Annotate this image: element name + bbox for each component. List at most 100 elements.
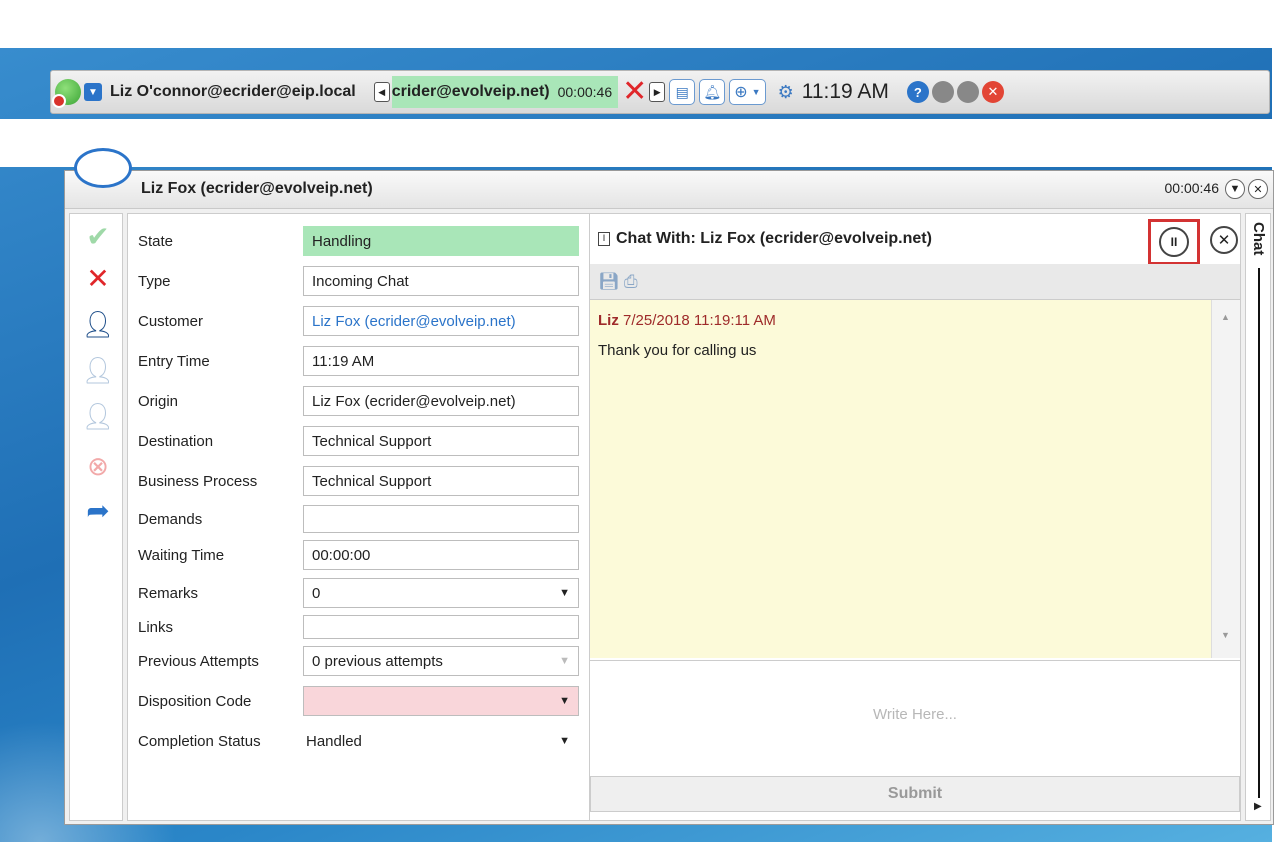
- chat-panel: I Chat With: Liz Fox (ecrider@evolveip.n…: [589, 213, 1241, 821]
- chevron-down-icon: ▼: [559, 655, 570, 667]
- field-origin: Origin Liz Fox (ecrider@evolveip.net): [138, 386, 648, 416]
- plus-circle-icon: ⊕: [734, 84, 748, 101]
- active-call-address: crider@evolveip.net): [391, 83, 550, 100]
- field-label: State: [138, 232, 174, 250]
- desktop-mid-strip: [0, 119, 1274, 167]
- active-call-timer: 00:00:46: [557, 84, 613, 100]
- pause-highlight: II: [1148, 219, 1200, 265]
- desktop-top-strip: [0, 0, 1274, 48]
- submit-button[interactable]: Submit: [590, 776, 1240, 812]
- hangup-x-icon[interactable]: ✕: [622, 77, 647, 107]
- customer-person-icon[interactable]: 👤︎: [80, 306, 116, 342]
- accept-check-icon[interactable]: ✔: [80, 218, 116, 254]
- clock-time: 11:19 AM: [801, 80, 889, 103]
- chat-transcript: Liz 7/25/2018 11:19:11 AM Thank you for …: [590, 300, 1212, 658]
- disposition-code-select[interactable]: ▼: [303, 686, 579, 716]
- contact-card-icon[interactable]: ▤: [669, 79, 696, 105]
- field-waiting-time: Waiting Time 00:00:00: [138, 540, 648, 570]
- agent-status-icon[interactable]: [52, 79, 81, 108]
- side-tab-divider: [1258, 268, 1260, 798]
- field-label: Disposition Code: [138, 692, 252, 710]
- restore-button[interactable]: [931, 81, 954, 103]
- window-title: Liz Fox (ecrider@evolveip.net): [141, 180, 373, 197]
- field-label: Business Process: [138, 472, 258, 490]
- chat-title: Chat With: Liz Fox (ecrider@evolveip.net…: [616, 230, 932, 247]
- add-person-icon[interactable]: 👤︎: [80, 352, 116, 388]
- waiting-time-value: 00:00:00: [303, 540, 579, 570]
- active-call-chip[interactable]: crider@evolveip.net) 00:00:46: [391, 76, 619, 108]
- message-time: 7/25/2018 11:19:11 AM: [623, 312, 776, 329]
- field-completion-status: Completion Status Handled ▼: [138, 726, 648, 756]
- completion-status-select[interactable]: Handled ▼: [303, 726, 579, 756]
- side-tab-label: Chat: [1250, 222, 1267, 256]
- chat-side-tab[interactable]: Chat ▶: [1245, 213, 1271, 821]
- window-close-icon[interactable]: ✕: [1248, 179, 1268, 199]
- close-chat-button[interactable]: ✕: [1210, 226, 1238, 254]
- field-label: Completion Status: [138, 732, 261, 750]
- expand-arrow-icon[interactable]: ▶: [1254, 801, 1262, 812]
- chat-toolbar: 💾︎ ⎙: [590, 264, 1240, 300]
- field-label: Previous Attempts: [138, 652, 259, 670]
- field-label: Entry Time: [138, 352, 210, 370]
- previous-attempts-select[interactable]: 0 previous attempts ▼: [303, 646, 579, 676]
- message-sender: Liz: [598, 312, 619, 329]
- status-dropdown-icon[interactable]: ▼: [84, 83, 102, 101]
- entry-time-value: 11:19 AM: [303, 346, 579, 376]
- prev-call-arrow-icon[interactable]: ◀: [373, 82, 390, 102]
- close-app-button[interactable]: ✕: [981, 81, 1004, 103]
- window-timer: 00:00:46: [1164, 180, 1220, 196]
- message-header: Liz 7/25/2018 11:19:11 AM: [598, 312, 776, 329]
- message-text: Thank you for calling us: [598, 342, 757, 359]
- field-type: Type Incoming Chat: [138, 266, 648, 296]
- busy-minus-icon: [52, 94, 66, 108]
- print-icon[interactable]: ⎙: [624, 272, 638, 292]
- field-previous-attempts: Previous Attempts 0 previous attempts ▼: [138, 646, 648, 676]
- business-process-value: Technical Support: [303, 466, 579, 496]
- collapse-icon[interactable]: I: [598, 232, 610, 246]
- type-value: Incoming Chat: [303, 266, 579, 296]
- save-icon[interactable]: 💾︎: [598, 272, 620, 292]
- agent-toolbar: ▼ Liz O'connor@ecrider@eip.local ◀ cride…: [50, 70, 1270, 114]
- minimize-button[interactable]: [956, 81, 979, 103]
- scroll-up-icon[interactable]: ▲: [1221, 312, 1230, 322]
- previous-attempts-value: 0 previous attempts: [312, 652, 443, 670]
- origin-value: Liz Fox (ecrider@evolveip.net): [303, 386, 579, 416]
- field-label: Demands: [138, 510, 203, 528]
- add-dropdown-button[interactable]: ⊕ ▼: [729, 79, 766, 105]
- remove-person-icon[interactable]: 👤︎: [80, 398, 116, 434]
- chevron-down-icon: ▼: [559, 695, 570, 707]
- demands-input[interactable]: [303, 505, 579, 533]
- scroll-down-icon[interactable]: ▼: [1221, 630, 1230, 640]
- cancel-circle-icon[interactable]: ⊗: [80, 448, 116, 484]
- reject-x-icon[interactable]: ✕: [80, 260, 116, 296]
- help-button[interactable]: ?: [906, 81, 929, 103]
- pause-button[interactable]: II: [1159, 227, 1189, 257]
- chat-bubble-icon: [74, 148, 132, 188]
- bell-icon[interactable]: 🔔︎: [699, 79, 726, 105]
- chevron-down-icon: ▼: [559, 735, 570, 747]
- field-links: Links: [138, 612, 648, 642]
- pin-icon[interactable]: ▼: [1225, 179, 1245, 199]
- gear-icon[interactable]: ⚙: [778, 82, 794, 103]
- completion-status-value: Handled: [306, 732, 362, 750]
- links-input[interactable]: [303, 615, 579, 639]
- forward-arrow-icon[interactable]: ➦: [80, 492, 116, 528]
- next-call-arrow-icon[interactable]: ▶: [649, 82, 666, 102]
- transcript-scrollbar[interactable]: ▲ ▼: [1212, 300, 1240, 658]
- field-demands: Demands: [138, 504, 648, 534]
- field-remarks: Remarks 0 ▼: [138, 578, 648, 608]
- remarks-value: 0: [312, 584, 321, 602]
- action-strip: ✔ ✕ 👤︎ 👤︎ 👤︎ ⊗ ➦: [69, 213, 123, 821]
- customer-link[interactable]: Liz Fox (ecrider@evolveip.net): [303, 306, 579, 336]
- window-header: Liz Fox (ecrider@evolveip.net) 00:00:46 …: [65, 171, 1273, 209]
- field-label: Remarks: [138, 584, 199, 602]
- destination-value: Technical Support: [303, 426, 579, 456]
- field-disposition-code: Disposition Code ▼: [138, 686, 648, 716]
- field-state: State Handling: [138, 226, 648, 256]
- field-customer: Customer Liz Fox (ecrider@evolveip.net): [138, 306, 648, 336]
- field-label: Destination: [138, 432, 214, 450]
- agent-name: Liz O'connor@ecrider@eip.local: [110, 83, 356, 100]
- remarks-select[interactable]: 0 ▼: [303, 578, 579, 608]
- field-label: Customer: [138, 312, 204, 330]
- compose-input[interactable]: Write Here...: [590, 660, 1240, 768]
